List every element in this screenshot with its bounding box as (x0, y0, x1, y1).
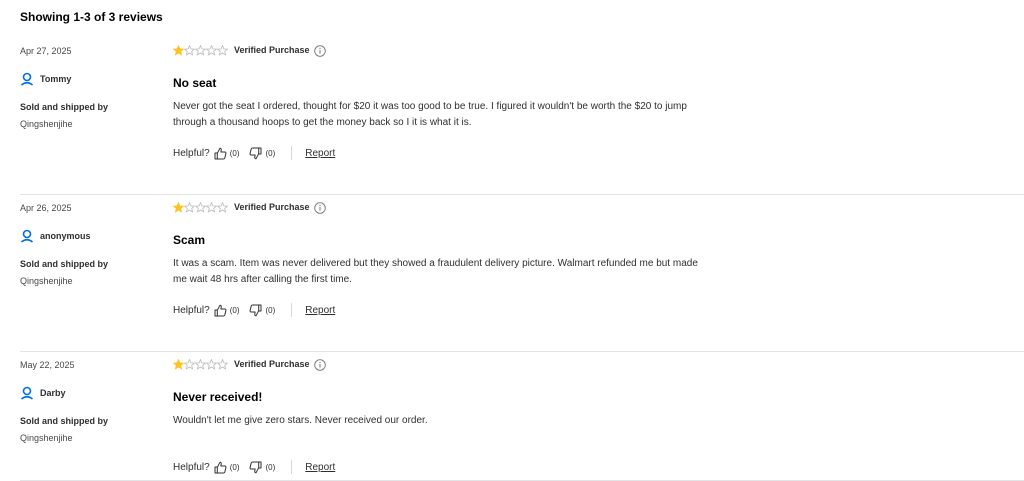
reviewer: anonymous (20, 229, 91, 243)
rating-row: Verified Purchase (173, 358, 326, 371)
star-empty-icon (217, 358, 228, 370)
thumbs-up-count: (0) (229, 462, 240, 472)
review-actions: Helpful? (0) (0) Report (173, 146, 335, 160)
sold-shipped-label: Sold and shipped by (20, 102, 109, 112)
reviewer: Darby (20, 386, 66, 400)
seller-name: Qingshenjihe (20, 276, 73, 286)
review-date: Apr 27, 2025 (20, 46, 72, 56)
user-icon (20, 229, 34, 243)
verified-purchase-label: Verified Purchase (234, 45, 310, 55)
thumbs-down-button[interactable]: (0) (249, 147, 275, 160)
review-title: Scam (173, 233, 206, 247)
helpful-label: Helpful? (173, 147, 210, 159)
thumbs-down-count: (0) (265, 148, 276, 158)
thumbs-up-button[interactable]: (0) (214, 304, 240, 317)
rating-row: Verified Purchase (173, 201, 326, 214)
thumbs-down-icon (249, 461, 262, 474)
rating-row: Verified Purchase (173, 44, 326, 57)
helpful-label: Helpful? (173, 304, 210, 316)
seller-name: Qingshenjihe (20, 433, 73, 443)
review-actions: Helpful? (0) (0) Report (173, 460, 335, 474)
user-icon (20, 72, 34, 86)
star-filled-icon (173, 201, 184, 213)
review-date: Apr 26, 2025 (20, 203, 72, 213)
reviewer-name: Tommy (40, 74, 72, 84)
thumbs-down-button[interactable]: (0) (249, 461, 275, 474)
divider (291, 303, 293, 317)
thumbs-down-button[interactable]: (0) (249, 304, 275, 317)
star-rating (173, 201, 228, 213)
sold-shipped-label: Sold and shipped by (20, 259, 109, 269)
user-icon (20, 386, 34, 400)
thumbs-up-button[interactable]: (0) (214, 461, 240, 474)
thumbs-up-count: (0) (229, 305, 240, 315)
star-filled-icon (173, 44, 184, 56)
review-text: Wouldn't let me give zero stars. Never r… (173, 415, 428, 426)
review-date: May 22, 2025 (20, 360, 75, 370)
seller-name: Qingshenjihe (20, 119, 73, 129)
star-empty-icon (195, 201, 206, 213)
star-empty-icon (206, 201, 217, 213)
star-empty-icon (184, 44, 195, 56)
reviewer-name: Darby (40, 388, 66, 398)
thumbs-down-count: (0) (265, 305, 276, 315)
thumbs-down-icon (249, 304, 262, 317)
divider (291, 460, 293, 474)
thumbs-up-icon (214, 304, 227, 317)
verified-purchase-label: Verified Purchase (234, 359, 310, 369)
star-empty-icon (217, 201, 228, 213)
star-empty-icon (195, 44, 206, 56)
star-rating (173, 44, 228, 56)
star-empty-icon (195, 358, 206, 370)
review-card: May 22, 2025 Darby Sold and shipped by Q… (20, 352, 1024, 481)
info-icon[interactable] (313, 44, 326, 57)
divider (291, 146, 293, 160)
review-title: Never received! (173, 390, 263, 404)
review-card: Apr 26, 2025 anonymous Sold and shipped … (20, 195, 1024, 352)
star-empty-icon (206, 358, 217, 370)
review-text: Never got the seat I ordered, thought fo… (173, 101, 687, 128)
reviewer: Tommy (20, 72, 71, 86)
star-filled-icon (173, 358, 184, 370)
review-text: It was a scam. Item was never delivered … (173, 258, 698, 285)
thumbs-up-button[interactable]: (0) (214, 147, 240, 160)
verified-purchase-label: Verified Purchase (234, 202, 310, 212)
report-link[interactable]: Report (305, 305, 335, 316)
reviewer-name: anonymous (40, 231, 91, 241)
info-icon[interactable] (313, 358, 326, 371)
sold-shipped-label: Sold and shipped by (20, 416, 109, 426)
thumbs-down-icon (249, 147, 262, 160)
star-empty-icon (184, 358, 195, 370)
reviews-summary: Showing 1-3 of 3 reviews (20, 10, 163, 24)
star-empty-icon (184, 201, 195, 213)
info-icon[interactable] (313, 201, 326, 214)
star-rating (173, 358, 228, 370)
star-empty-icon (217, 44, 228, 56)
star-empty-icon (206, 44, 217, 56)
thumbs-up-icon (214, 147, 227, 160)
review-card: Apr 27, 2025 Tommy Sold and shipped by Q… (20, 38, 1024, 195)
review-title: No seat (173, 76, 217, 90)
helpful-label: Helpful? (173, 461, 210, 473)
report-link[interactable]: Report (305, 148, 335, 159)
report-link[interactable]: Report (305, 462, 335, 473)
thumbs-up-count: (0) (229, 148, 240, 158)
thumbs-down-count: (0) (265, 462, 276, 472)
review-actions: Helpful? (0) (0) Report (173, 303, 335, 317)
thumbs-up-icon (214, 461, 227, 474)
